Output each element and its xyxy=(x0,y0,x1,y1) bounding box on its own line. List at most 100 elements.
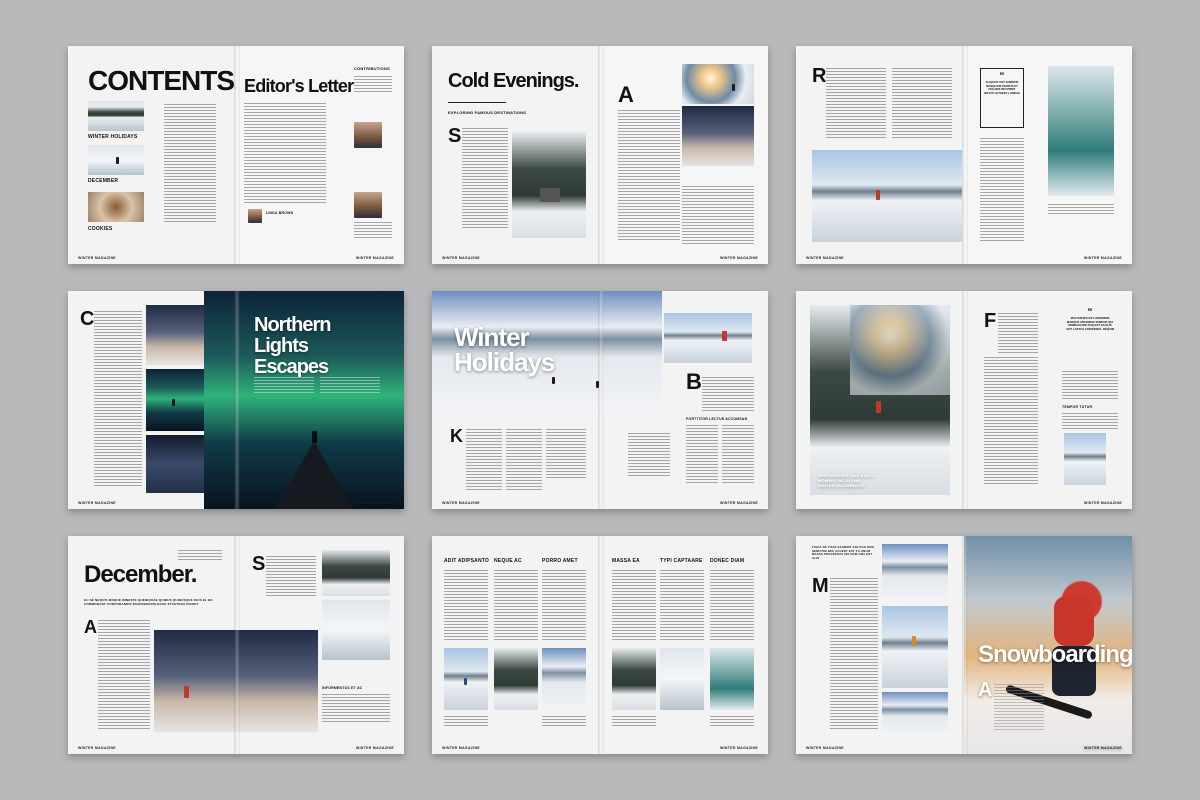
snowboard-photo-1 xyxy=(882,544,948,602)
body-col-2 xyxy=(618,110,680,242)
col-heading-3: PORRO AMET xyxy=(542,558,578,564)
col-heading-4: MASSA EA xyxy=(612,558,640,564)
spread-forest-skier: WHENSOEVER AND BULLS MOMENT BE IN THE WI… xyxy=(796,291,1132,509)
spread-quote: R WINTER MAGAZINE “ ALIQUIAT EST SOMDUM … xyxy=(796,46,1132,264)
spread-cold-evenings: Cold Evenings. EXPLORING FAMOUS DESTINAT… xyxy=(432,46,768,264)
forest-skier-right-page: F “ MULTAMTES EST HONOREM MARQUE ANTERIO… xyxy=(964,291,1132,509)
december-lead: EU SE NEQUIS MOQUE MINESTE QUENIQUAE QUI… xyxy=(84,598,213,606)
col-heading-1: ADIT ADIPSANTO xyxy=(444,558,490,564)
quote-right-page: “ ALIQUIAT EST SOMDUM NUMQUAM TEMPUS ET … xyxy=(964,46,1132,264)
footer-right: WINTER MAGAZINE xyxy=(356,501,394,505)
snowboarding-lead: FUGIA SE VITAE EXAMNIT SOLITAS DUM SERIA… xyxy=(812,545,874,560)
drop-cap-b: B xyxy=(686,369,702,394)
cold-evenings-right-page: A WINTER MAGAZINE xyxy=(600,46,768,264)
col-photo-4 xyxy=(612,648,656,710)
drop-cap-s: S xyxy=(448,125,462,147)
col-photo-6 xyxy=(710,648,754,710)
contributor-text-2 xyxy=(354,222,392,238)
editors-letter-title: Editor's Letter xyxy=(244,76,354,96)
skier-red-photo xyxy=(664,313,752,363)
pull-quote: “ ALIQUIAT EST SOMDUM NUMQUAM TEMPUS ET … xyxy=(980,68,1024,128)
ski-touring-photo xyxy=(812,150,962,242)
footer-right: WINTER MAGAZINE xyxy=(356,256,394,260)
footer-right: WINTER MAGAZINE xyxy=(1084,746,1122,750)
footer-right: WINTER MAGAZINE xyxy=(356,746,394,750)
footer-left: WINTER MAGAZINE xyxy=(806,746,844,750)
col-heading-5: TYPI CAPTAARE xyxy=(660,558,703,564)
small-skier-photo xyxy=(1064,433,1106,485)
snow-cabin-photo xyxy=(322,600,390,660)
spread-columns: ADIT ADIPSANTO NEQUE AC PORRO AMET MASSA… xyxy=(432,536,768,754)
spread-december: December. EU SE NEQUIS MOQUE MINESTE QUE… xyxy=(68,536,404,754)
footer-left: WINTER MAGAZINE xyxy=(78,501,116,505)
cold-evenings-page: Cold Evenings. EXPLORING FAMOUS DESTINAT… xyxy=(432,46,600,264)
drop-cap-c: C xyxy=(80,308,95,330)
forest-skier-photo: WHENSOEVER AND BULLS MOMENT BE IN THE WI… xyxy=(810,305,950,495)
editors-letter-page: Editor's Letter LINDA BROWN CONTRIBUTION… xyxy=(236,46,404,264)
section-label: TEMPOR TUTUR xyxy=(1062,405,1093,409)
footer-right: WINTER MAGAZINE xyxy=(1084,501,1122,505)
col-photo-3 xyxy=(542,648,586,710)
drop-cap-s: S xyxy=(252,553,266,575)
author-avatar xyxy=(248,209,262,223)
drop-cap-k: K xyxy=(450,426,463,446)
footer-left: WINTER MAGAZINE xyxy=(442,256,480,260)
contributor-text-1 xyxy=(354,76,392,94)
footer-left: WINTER MAGAZINE xyxy=(442,746,480,750)
drop-cap-r: R xyxy=(812,65,827,87)
footer-right: WINTER MAGAZINE xyxy=(1084,256,1122,260)
snowboard-photo-3 xyxy=(882,692,948,736)
toc-label-1: WINTER HOLIDAYS xyxy=(88,134,138,140)
car-in-snow-photo xyxy=(512,132,586,238)
contributions-label: CONTRIBUTIONS xyxy=(354,66,390,71)
footer-left: WINTER MAGAZINE xyxy=(78,746,116,750)
col-photo-1 xyxy=(444,648,488,710)
snowboard-photo-2 xyxy=(882,606,948,688)
toc-photo-2 xyxy=(88,145,144,175)
snowboarding-title: Snowboarding xyxy=(978,641,1132,668)
footer-left: WINTER MAGAZINE xyxy=(806,256,844,260)
drop-cap-f: F xyxy=(984,310,997,332)
contents-page: CONTENTS. WINTER HOLIDAYS DECEMBER COOKI… xyxy=(68,46,236,264)
drop-cap-m: M xyxy=(812,575,829,597)
footer-right: WINTER MAGAZINE xyxy=(720,256,758,260)
section-label: INFORMENTUS ET AC xyxy=(322,686,363,690)
winter-holidays-title: Winter Holidays xyxy=(454,322,555,377)
contents-title: CONTENTS. xyxy=(88,65,236,96)
quote-left-page: R WINTER MAGAZINE xyxy=(796,46,964,264)
portrait-photo xyxy=(682,106,754,166)
contributor-avatar-1 xyxy=(354,122,382,148)
northern-lights-title: Northern Lights Escapes xyxy=(254,314,331,378)
toc-photo-1 xyxy=(88,101,144,131)
footer-right: WINTER MAGAZINE xyxy=(720,501,758,505)
overlay-caption: WHENSOEVER AND BULLS MOMENT BE IN THE WI… xyxy=(818,473,875,488)
footer-right: WINTER MAGAZINE xyxy=(720,746,758,750)
col-heading-2: NEQUE AC xyxy=(494,558,522,564)
toc-list xyxy=(164,104,216,224)
pull-quote: “ MULTAMTES EST HONOREM MARQUE ANTERIOR … xyxy=(1065,307,1115,331)
letter-body xyxy=(244,103,326,203)
body-col-3 xyxy=(682,186,754,244)
spread-snowboarding: M FUGIA SE VITAE EXAMNIT SOLITAS DUM SER… xyxy=(796,536,1132,754)
december-title: December. xyxy=(84,561,197,588)
skier-photo xyxy=(682,64,754,104)
december-mountain-photo xyxy=(154,630,318,732)
snow-forest-photo-1 xyxy=(322,550,390,596)
spread-contents: CONTENTS. WINTER HOLIDAYS DECEMBER COOKI… xyxy=(68,46,404,264)
drop-cap-a: A xyxy=(978,679,993,701)
spread-northern-lights: C WINTER MAGAZINE Northern Lights Escape… xyxy=(68,291,404,509)
col-photo-5 xyxy=(660,648,704,710)
col-heading-6: DONEC DIAM xyxy=(710,558,745,564)
drop-cap-a: A xyxy=(618,82,634,107)
col-photo-2 xyxy=(494,648,538,710)
toc-label-2: DECEMBER xyxy=(88,178,119,184)
spread-winter-holidays: Winter Holidays K B PORTTITOR LECTUS ACC… xyxy=(432,291,768,509)
footer-left: WINTER MAGAZINE xyxy=(442,501,480,505)
frozen-waterfall-photo xyxy=(1048,66,1114,196)
cold-evenings-title: Cold Evenings. xyxy=(448,70,579,92)
body-col-1 xyxy=(462,128,508,228)
drop-cap-a: A xyxy=(84,617,97,637)
cold-evenings-subtitle: EXPLORING FAMOUS DESTINATIONS xyxy=(448,110,527,115)
footer-left: WINTER MAGAZINE xyxy=(78,256,116,260)
toc-photo-3 xyxy=(88,192,144,222)
